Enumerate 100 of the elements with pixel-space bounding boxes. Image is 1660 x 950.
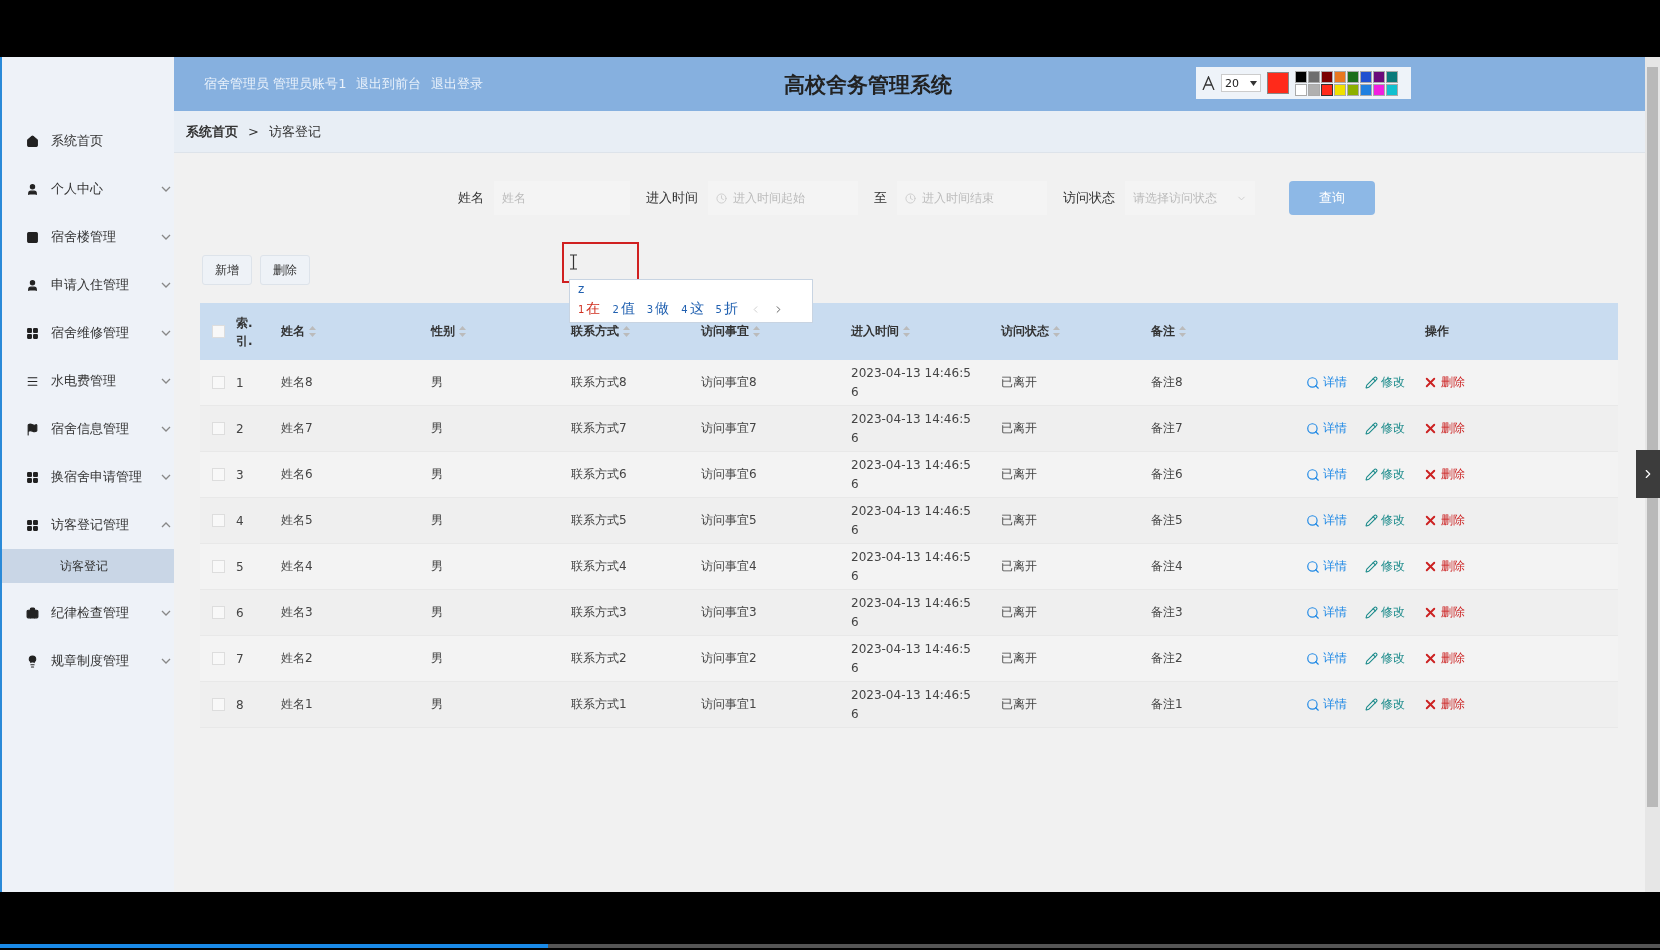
details-link[interactable]: 详情 bbox=[1306, 420, 1347, 437]
video-progress-bar[interactable] bbox=[0, 944, 1660, 948]
add-button[interactable]: 新增 bbox=[202, 255, 252, 285]
details-link[interactable]: 详情 bbox=[1306, 374, 1347, 391]
color-swatch[interactable] bbox=[1334, 70, 1346, 83]
sidebar-subitem[interactable]: 访客登记 bbox=[2, 549, 174, 583]
table-cell: 联系方式7 bbox=[571, 420, 627, 437]
sidebar-item[interactable]: 规章制度管理 bbox=[2, 637, 174, 685]
font-icon[interactable] bbox=[1202, 76, 1215, 90]
user-icon bbox=[26, 278, 39, 292]
color-swatch[interactable] bbox=[1334, 83, 1346, 96]
caret-icon bbox=[1250, 80, 1257, 86]
checkbox[interactable] bbox=[211, 376, 225, 389]
details-link[interactable]: 详情 bbox=[1306, 604, 1347, 621]
ime-candidate[interactable]: 1在 bbox=[578, 300, 601, 318]
table-cell: 备注4 bbox=[1151, 558, 1183, 575]
sidebar-item[interactable]: 宿舍信息管理 bbox=[2, 405, 174, 453]
search-icon bbox=[1306, 421, 1320, 436]
sidebar-item[interactable]: 换宿舍申请管理 bbox=[2, 453, 174, 501]
color-swatch[interactable] bbox=[1360, 70, 1372, 83]
scrollbar[interactable] bbox=[1645, 57, 1660, 892]
ime-candidate[interactable]: 4 这 bbox=[681, 300, 704, 318]
sidebar-item[interactable]: 申请入住管理 bbox=[2, 261, 174, 309]
sidebar-item[interactable]: 宿舍楼管理 bbox=[2, 213, 174, 261]
column-header: 访问事宜 bbox=[701, 323, 760, 340]
color-swatch[interactable] bbox=[1373, 83, 1385, 96]
color-swatch[interactable] bbox=[1386, 70, 1398, 83]
color-swatch[interactable] bbox=[1386, 83, 1398, 96]
checkbox[interactable] bbox=[211, 698, 225, 711]
table-cell: 联系方式6 bbox=[571, 466, 627, 483]
table-cell-text: 2023-04-13 14:46:56 bbox=[851, 548, 972, 585]
checkbox[interactable] bbox=[211, 422, 225, 435]
edit-link[interactable]: 修改 bbox=[1365, 696, 1405, 713]
details-link[interactable]: 详情 bbox=[1306, 650, 1347, 667]
color-swatch[interactable] bbox=[1360, 83, 1372, 96]
color-swatch[interactable] bbox=[1295, 83, 1307, 96]
edit-link[interactable]: 修改 bbox=[1365, 374, 1405, 391]
details-link[interactable]: 详情 bbox=[1306, 558, 1347, 575]
table-cell: 联系方式5 bbox=[571, 512, 627, 529]
pencil-icon bbox=[1365, 376, 1378, 389]
table-cell: 备注5 bbox=[1151, 512, 1183, 529]
checkbox[interactable] bbox=[211, 560, 225, 573]
color-swatch[interactable] bbox=[1295, 70, 1307, 83]
sidebar-item[interactable]: 宿舍维修管理 bbox=[2, 309, 174, 357]
delete-link[interactable]: 删除 bbox=[1423, 650, 1465, 667]
column-header: 性别 bbox=[431, 323, 466, 340]
color-swatch[interactable] bbox=[1347, 83, 1359, 96]
user-info: 宿舍管理员 管理员账号1 bbox=[204, 75, 347, 93]
checkbox[interactable] bbox=[211, 468, 225, 481]
edit-link[interactable]: 修改 bbox=[1365, 558, 1405, 575]
table-cell: 男 bbox=[431, 466, 443, 483]
checkbox[interactable] bbox=[211, 514, 225, 527]
font-size-select[interactable]: 20 bbox=[1221, 74, 1261, 92]
delete-button[interactable]: 删除 bbox=[260, 255, 310, 285]
grid-icon bbox=[26, 518, 39, 532]
checkbox[interactable] bbox=[211, 325, 225, 338]
side-toggle-button[interactable] bbox=[1636, 450, 1660, 498]
details-link[interactable]: 详情 bbox=[1306, 512, 1347, 529]
sort-icon bbox=[903, 326, 910, 337]
color-swatch[interactable] bbox=[1373, 70, 1385, 83]
edit-link[interactable]: 修改 bbox=[1365, 650, 1405, 667]
details-link[interactable]: 详情 bbox=[1306, 696, 1347, 713]
edit-link[interactable]: 修改 bbox=[1365, 512, 1405, 529]
delete-link[interactable]: 删除 bbox=[1423, 604, 1465, 621]
delete-link[interactable]: 删除 bbox=[1423, 374, 1465, 391]
table-cell: 男 bbox=[431, 696, 443, 713]
breadcrumb-item[interactable]: 系统首页 bbox=[186, 122, 238, 141]
table-cell: 联系方式3 bbox=[571, 604, 627, 621]
color-swatch[interactable] bbox=[1308, 70, 1320, 83]
delete-link[interactable]: 删除 bbox=[1423, 420, 1465, 437]
ime-candidate[interactable]: 5 折 bbox=[715, 300, 738, 318]
color-swatch[interactable] bbox=[1321, 70, 1333, 83]
checkbox[interactable] bbox=[211, 652, 225, 665]
color-swatch[interactable] bbox=[1321, 83, 1333, 96]
edit-link[interactable]: 修改 bbox=[1365, 420, 1405, 437]
sidebar-item[interactable]: 系统首页 bbox=[2, 117, 174, 165]
sidebar-item[interactable]: 访客登记管理 bbox=[2, 501, 174, 549]
color-swatch[interactable] bbox=[1347, 70, 1359, 83]
table-cell: 姓名5 bbox=[281, 512, 313, 529]
table-cell: 7 bbox=[236, 651, 244, 666]
table-cell: 访问事宜8 bbox=[701, 374, 757, 391]
delete-link[interactable]: 删除 bbox=[1423, 696, 1465, 713]
edit-link[interactable]: 修改 bbox=[1365, 466, 1405, 483]
details-link[interactable]: 详情 bbox=[1306, 466, 1347, 483]
current-color-swatch[interactable] bbox=[1267, 72, 1289, 94]
edit-link[interactable]: 修改 bbox=[1365, 604, 1405, 621]
table-cell-text: 2023-04-13 14:46:56 bbox=[851, 640, 972, 677]
sidebar-item[interactable]: 个人中心 bbox=[2, 165, 174, 213]
breadcrumb-separator: > bbox=[248, 124, 259, 139]
sidebar-item[interactable]: 纪律检查管理 bbox=[2, 589, 174, 637]
color-swatch[interactable] bbox=[1308, 83, 1320, 96]
table-cell: 男 bbox=[431, 604, 443, 621]
delete-link[interactable]: 删除 bbox=[1423, 558, 1465, 575]
ime-candidate[interactable]: 3做 bbox=[646, 300, 670, 318]
table-cell: 访问事宜2 bbox=[701, 650, 757, 667]
delete-link[interactable]: 删除 bbox=[1423, 466, 1465, 483]
sidebar-item[interactable]: 水电费管理 bbox=[2, 357, 174, 405]
ime-candidate[interactable]: 2 值 bbox=[612, 300, 635, 318]
checkbox[interactable] bbox=[211, 606, 225, 619]
delete-link[interactable]: 删除 bbox=[1423, 512, 1465, 529]
